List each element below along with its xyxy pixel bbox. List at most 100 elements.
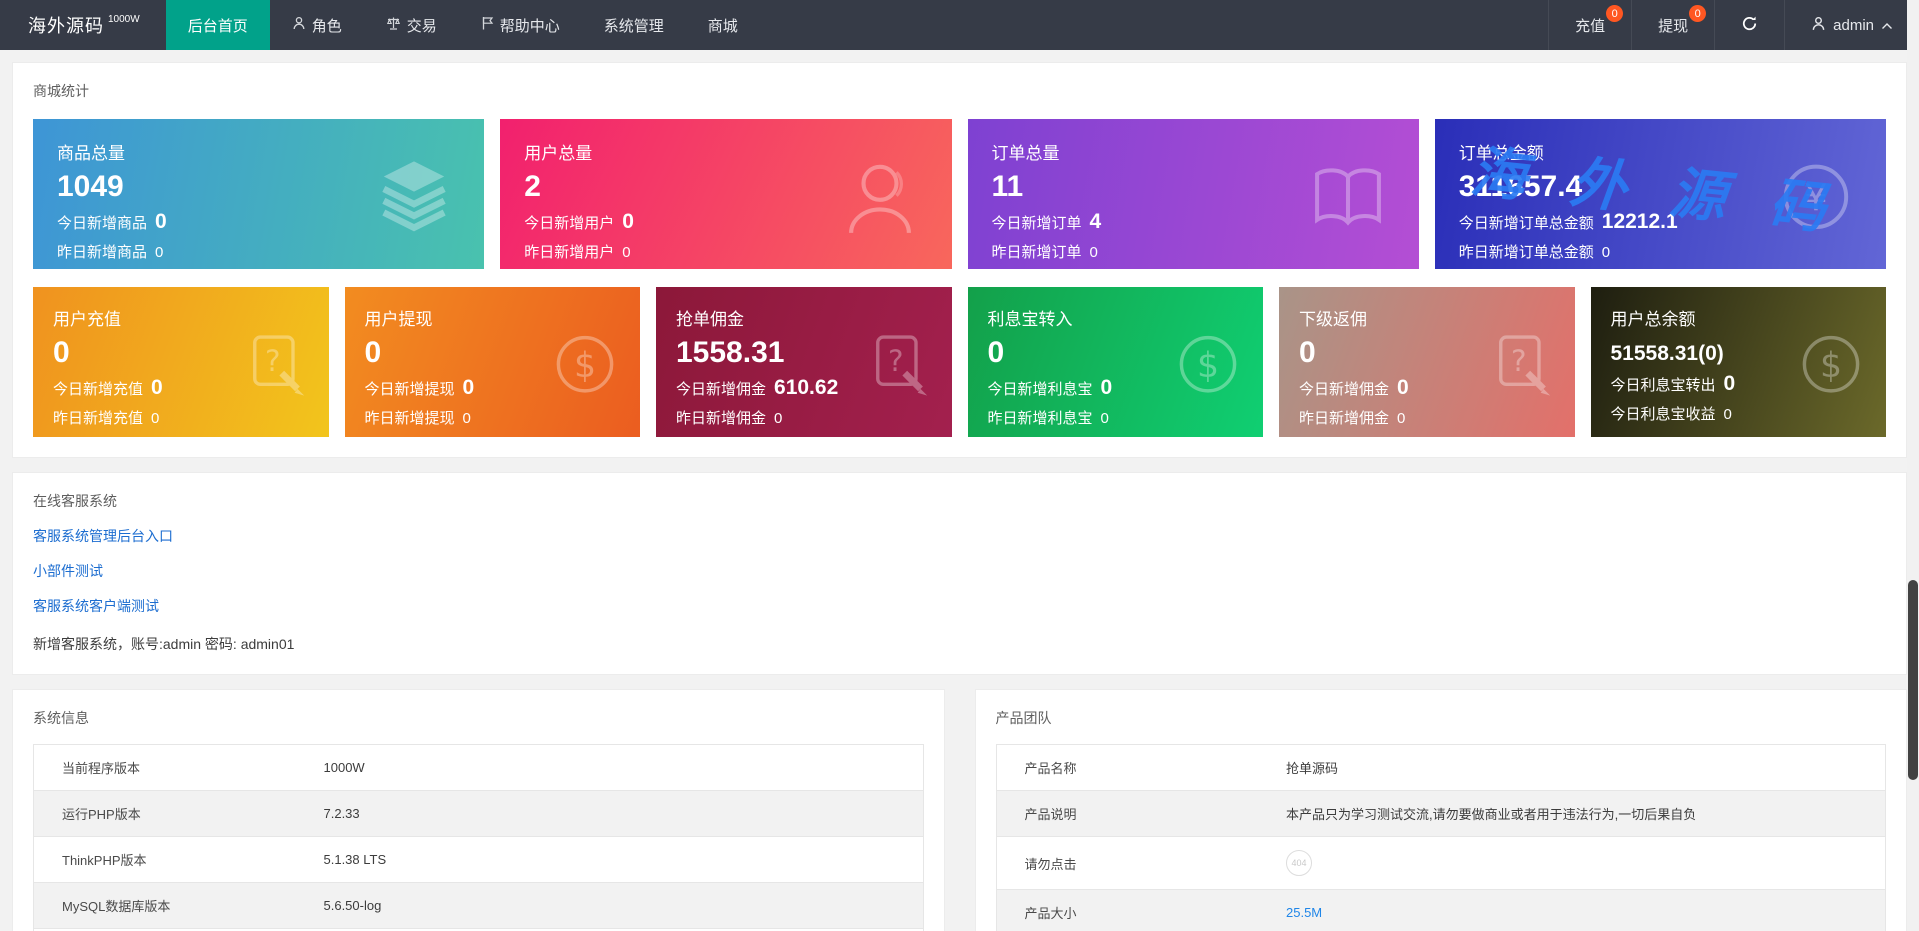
card-line-label: 昨日新增佣金: [676, 410, 767, 427]
panel-title: 在线客服系统: [33, 493, 117, 509]
stat-card-total-orders: 订单总量 11 今日新增订单 4 昨日新增订单 0: [967, 119, 1419, 269]
card-title: 抢单佣金: [676, 310, 744, 329]
card-line-label: 今日新增订单总金额: [1458, 215, 1594, 232]
table-row: ThinkPHP版本 5.1.38 LTS: [33, 836, 923, 883]
menu-label: 商城: [707, 17, 738, 35]
page-content: 商城统计 商品总量 1049 今日新增商品 0 昨日新增商品 0 用户总量 2 今日…: [0, 50, 1919, 931]
mall-stats-panel: 商城统计 商品总量 1049 今日新增商品 0 昨日新增商品 0 用户总量 2 今日…: [12, 62, 1907, 458]
scale-icon: [386, 16, 401, 34]
card-line-value: 0: [155, 244, 164, 261]
menu-label: 系统管理: [603, 17, 664, 35]
service-admin-entry-link[interactable]: 客服系统管理后台入口: [33, 526, 173, 546]
menu-item-mall[interactable]: 商城: [686, 0, 760, 50]
card-line-label: 今日新增利息宝: [987, 381, 1093, 398]
svg-text:?: ?: [887, 344, 903, 378]
card-line-value: 0: [1100, 410, 1109, 427]
username: admin: [1833, 16, 1874, 34]
menu-item-dashboard[interactable]: 后台首页: [165, 0, 270, 50]
card-line-value: 0: [151, 410, 160, 427]
svg-text:?: ?: [264, 344, 280, 378]
user-menu[interactable]: admin: [1784, 0, 1919, 50]
row-label: 产品名称: [996, 744, 1286, 791]
row-value: 5.1.38 LTS: [323, 836, 923, 883]
card-line-value: 0: [1100, 376, 1113, 399]
svg-text:?: ?: [1510, 344, 1526, 378]
row-value: 抢单源码: [1286, 744, 1886, 791]
product-team-panel: 产品团队 产品名称 抢单源码 产品说明 本产品只为学习测试交流,请勿要做商业或者…: [974, 689, 1907, 931]
person-icon: [1811, 16, 1826, 35]
menu-label: 后台首页: [187, 17, 248, 35]
row-value: 本产品只为学习测试交流,请勿要做商业或者用于违法行为,一切后果自负: [1286, 790, 1886, 837]
row-label: 当前程序版本: [33, 744, 324, 791]
table-row: 产品名称 抢单源码: [996, 744, 1886, 791]
card-line-value: 0: [622, 244, 631, 261]
yen-circle-icon: ¥: [1774, 155, 1858, 244]
card-line-value: 0: [1089, 244, 1098, 261]
service-account-note: 新增客服系统，账号:admin 密码: admin01: [33, 636, 295, 652]
system-info-table: 当前程序版本 1000W 运行PHP版本 7.2.33 ThinkPHP版本 5…: [33, 744, 924, 931]
refresh-button[interactable]: [1714, 0, 1784, 50]
card-line-label: 昨日新增利息宝: [987, 410, 1093, 427]
menu-item-help-center[interactable]: 帮助中心: [459, 0, 582, 50]
stat-card-grab-commission: 抢单佣金 1558.31 今日新增佣金 610.62 昨日新增佣金 0 ?: [656, 287, 952, 437]
stat-card-total-balance: 用户总余额 51558.31(0) 今日利息宝转出 0 今日利息宝收益 0 $: [1590, 287, 1886, 437]
doc-question-icon: ?: [239, 328, 311, 405]
card-line-value: 0: [1397, 410, 1406, 427]
row-value: 25.5M: [1286, 889, 1886, 931]
card-line-value: 0: [155, 210, 167, 233]
panel-title: 产品团队: [995, 710, 1052, 726]
card-line-value: 12212.1: [1601, 210, 1678, 233]
card-line-label: 今日新增商品: [57, 215, 148, 232]
scrollbar-thumb[interactable]: [1908, 580, 1918, 780]
table-row: 运行PHP版本 7.2.33: [33, 790, 923, 837]
card-line-value: 4: [1089, 210, 1102, 233]
row-label: 请勿点击: [996, 836, 1286, 890]
card-line-label: 今日利息宝转出: [1610, 377, 1716, 395]
card-line-label: 昨日新增佣金: [1299, 410, 1390, 427]
widget-test-link[interactable]: 小部件测试: [33, 561, 103, 581]
stat-card-total-users: 用户总量 2 今日新增用户 0 昨日新增用户 0: [500, 119, 952, 269]
flag-icon: [481, 16, 494, 34]
card-line-label: 今日新增订单: [991, 215, 1082, 232]
recharge-label: 充值: [1575, 17, 1606, 35]
card-line-label: 今日新增佣金: [676, 381, 767, 398]
panel-title: 系统信息: [33, 710, 89, 726]
app-logo: 海外源码 1000W: [0, 0, 166, 50]
card-line-label: 今日利息宝收益: [1610, 406, 1716, 424]
table-row: MySQL数据库版本 5.6.50-log: [33, 882, 923, 929]
stats-row-1: 商品总量 1049 今日新增商品 0 昨日新增商品 0 用户总量 2 今日新增用户 0…: [33, 119, 1886, 269]
withdraw-button[interactable]: 提现 0: [1631, 0, 1714, 50]
broken-image-404-badge[interactable]: 404: [1286, 850, 1312, 876]
card-line-value: 0: [462, 376, 475, 399]
dollar-circle-icon: $: [1794, 327, 1868, 406]
card-line-value: 0: [151, 376, 163, 399]
card-line-label: 昨日新增用户: [524, 244, 615, 261]
menu-item-roles[interactable]: 角色: [270, 0, 364, 50]
row-value: 1000W: [323, 744, 923, 791]
system-info-panel: 系统信息 当前程序版本 1000W 运行PHP版本 7.2.33 ThinkPH…: [12, 689, 945, 931]
product-size-link[interactable]: 25.5M: [1286, 905, 1322, 920]
card-line-value: 0: [622, 210, 634, 233]
card-line-value: 0: [1723, 372, 1736, 396]
card-line-label: 今日新增充值: [53, 381, 144, 398]
page-scrollbar: [1907, 0, 1919, 931]
stat-card-user-recharge: 用户充值 0 今日新增充值 0 昨日新增充值 0 ?: [33, 287, 329, 437]
menu-item-trade[interactable]: 交易: [364, 0, 459, 50]
card-line-value: 0: [774, 410, 783, 427]
card-title: 下级返佣: [1299, 310, 1367, 329]
table-row: 产品大小 25.5M: [996, 889, 1886, 931]
row-label: 产品说明: [996, 790, 1286, 837]
withdraw-badge: 0: [1689, 5, 1707, 22]
stats-row-2: 用户充值 0 今日新增充值 0 昨日新增充值 0 ? 用户提现 0 今日新增提现 0 …: [33, 287, 1886, 437]
stat-card-sub-rebate: 下级返佣 0 今日新增佣金 0 昨日新增佣金 0 ?: [1279, 287, 1575, 437]
bottom-section: 系统信息 当前程序版本 1000W 运行PHP版本 7.2.33 ThinkPH…: [12, 689, 1907, 931]
row-value: 5.6.50-log: [323, 882, 923, 929]
recharge-badge: 0: [1606, 5, 1624, 22]
card-line-value: 0: [1601, 244, 1611, 261]
logo-text: 海外源码: [28, 16, 104, 36]
card-line-value: 0: [1723, 406, 1732, 424]
recharge-button[interactable]: 充值 0: [1548, 0, 1631, 50]
service-client-test-link[interactable]: 客服系统客户端测试: [33, 596, 159, 616]
menu-item-system-manage[interactable]: 系统管理: [582, 0, 686, 50]
panel-title: 商城统计: [33, 83, 89, 99]
